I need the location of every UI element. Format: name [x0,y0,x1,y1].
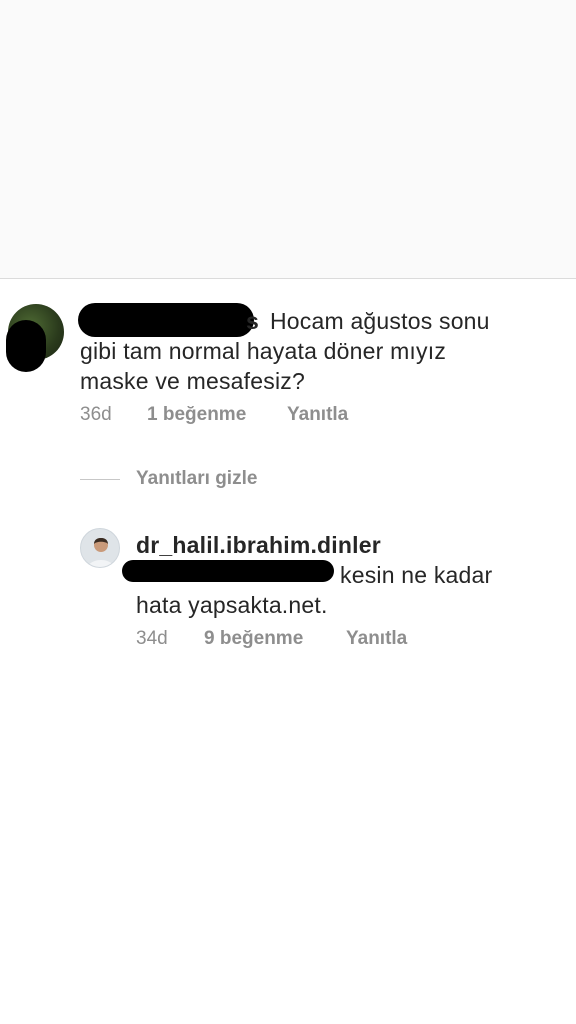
comment-text-line-1: Hocam ağustos sonu [270,308,490,334]
reply-text-line-2: hata yapsakta.net. [136,592,328,618]
reply-text-line-1: kesin ne kadar [340,562,493,588]
reply-reply-button[interactable]: Yanıtla [346,628,407,650]
person-icon [87,538,115,567]
comment-likes[interactable]: 1 beğenme [147,404,246,426]
hide-replies-line [80,479,120,480]
reply-likes[interactable]: 9 beğenme [204,628,303,650]
comment-time: 36d [80,404,112,425]
reply-author-avatar[interactable] [80,528,120,568]
blank-top-area [0,0,576,278]
hide-replies-button[interactable]: Yanıtları gizle [136,468,257,490]
mention-redaction [122,560,334,582]
comment-text-line-2: gibi tam normal hayata döner mıyız [80,338,447,364]
redaction-mark [6,320,46,372]
username-redaction [78,303,254,337]
comment-reply-button[interactable]: Yanıtla [287,404,348,426]
reply-author-username[interactable]: dr_halil.ibrahim.dinler [136,530,381,560]
divider [0,278,576,279]
comment-text-line-3: maske ve mesafesiz? [80,368,305,394]
commenter-username-suffix[interactable]: s [246,306,259,336]
reply-time: 34d [136,628,168,649]
